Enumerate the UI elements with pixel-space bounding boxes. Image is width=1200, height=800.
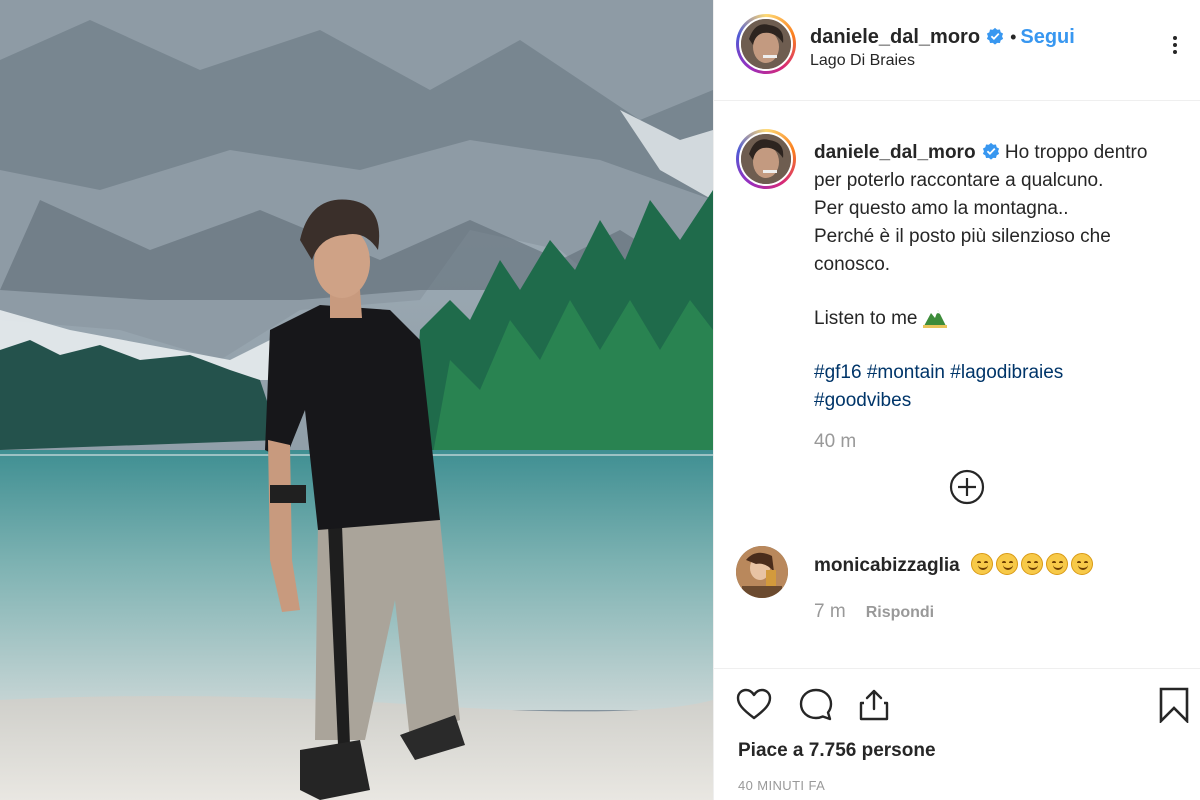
author-avatar-image bbox=[741, 19, 791, 69]
comment-emojis bbox=[970, 553, 1096, 576]
verified-badge-icon bbox=[986, 27, 1004, 45]
caption-avatar[interactable] bbox=[736, 129, 796, 189]
caption-line: per poterlo raccontare a qualcuno. bbox=[814, 170, 1104, 191]
caption-line: Listen to me bbox=[814, 305, 1184, 333]
photo-illustration bbox=[0, 0, 713, 800]
post-side-panel: daniele_dal_moro • Segui Lago Di Braies da… bbox=[713, 0, 1200, 800]
caption-line-text: Ho troppo dentro bbox=[1004, 142, 1148, 163]
likes-count[interactable]: Piace a 7.756 persone bbox=[738, 740, 936, 762]
smiling-face-icon bbox=[1020, 553, 1043, 575]
caption-line: daniele_dal_moro Ho troppo dentro bbox=[814, 139, 1184, 167]
caption-line: Perché è il posto più silenzioso che bbox=[814, 226, 1111, 247]
caption-text: daniele_dal_moro Ho troppo dentro per po… bbox=[814, 139, 1184, 415]
caption-avatar-image bbox=[741, 134, 791, 184]
commenter-avatar-image bbox=[736, 546, 788, 598]
commenter-username[interactable]: monicabizzaglia bbox=[814, 555, 960, 576]
comment-meta: 7 m Rispondi bbox=[814, 601, 934, 623]
smiling-face-icon bbox=[970, 553, 993, 575]
post-location[interactable]: Lago Di Braies bbox=[810, 52, 915, 70]
follow-button[interactable]: Segui bbox=[1020, 26, 1074, 48]
bookmark-icon[interactable] bbox=[1156, 687, 1192, 723]
verified-badge-icon bbox=[982, 142, 999, 160]
post-photo[interactable] bbox=[0, 0, 713, 800]
post-actions: Piace a 7.756 persone 40 MINUTI FA bbox=[714, 668, 1200, 800]
hashtags-line: #gf16 #montain #lagodibraies bbox=[814, 359, 1184, 387]
comment-bubble-icon[interactable] bbox=[798, 687, 834, 723]
comment-time[interactable]: 7 m bbox=[814, 601, 846, 622]
caption-line: conosco. bbox=[814, 254, 891, 275]
hashtag-link[interactable]: #montain bbox=[867, 362, 945, 383]
author-username[interactable]: daniele_dal_moro bbox=[810, 26, 980, 48]
comment-line: monicabizzaglia bbox=[814, 553, 1096, 577]
instagram-post-view: daniele_dal_moro • Segui Lago Di Braies da… bbox=[0, 0, 1200, 800]
author-avatar[interactable] bbox=[736, 14, 796, 74]
reply-button[interactable]: Rispondi bbox=[866, 604, 934, 621]
smiling-face-icon bbox=[995, 553, 1018, 575]
smiling-face-icon bbox=[1045, 553, 1068, 575]
caption-line: Per questo amo la montagna.. bbox=[814, 198, 1069, 219]
smiling-face-icon bbox=[1070, 553, 1093, 575]
load-more-comments-icon[interactable] bbox=[948, 468, 986, 506]
commenter-avatar[interactable] bbox=[736, 546, 788, 598]
separator-dot: • bbox=[1010, 27, 1017, 47]
mountain-icon bbox=[922, 310, 947, 328]
hashtag-link[interactable]: #gf16 bbox=[814, 362, 862, 383]
heart-icon[interactable] bbox=[736, 687, 772, 723]
caption-time[interactable]: 40 m bbox=[814, 431, 856, 453]
share-icon[interactable] bbox=[856, 687, 892, 723]
post-header: daniele_dal_moro • Segui Lago Di Braies bbox=[714, 0, 1200, 101]
more-options-icon[interactable] bbox=[1163, 36, 1187, 56]
hashtag-link[interactable]: #goodvibes bbox=[814, 390, 911, 411]
hashtags-line: #goodvibes bbox=[814, 387, 1184, 415]
post-header-title: daniele_dal_moro • Segui bbox=[810, 26, 1075, 49]
caption-username[interactable]: daniele_dal_moro bbox=[814, 142, 976, 163]
hashtag-link[interactable]: #lagodibraies bbox=[950, 362, 1063, 383]
listen-text: Listen to me bbox=[814, 308, 918, 329]
post-timestamp[interactable]: 40 MINUTI FA bbox=[738, 778, 825, 793]
